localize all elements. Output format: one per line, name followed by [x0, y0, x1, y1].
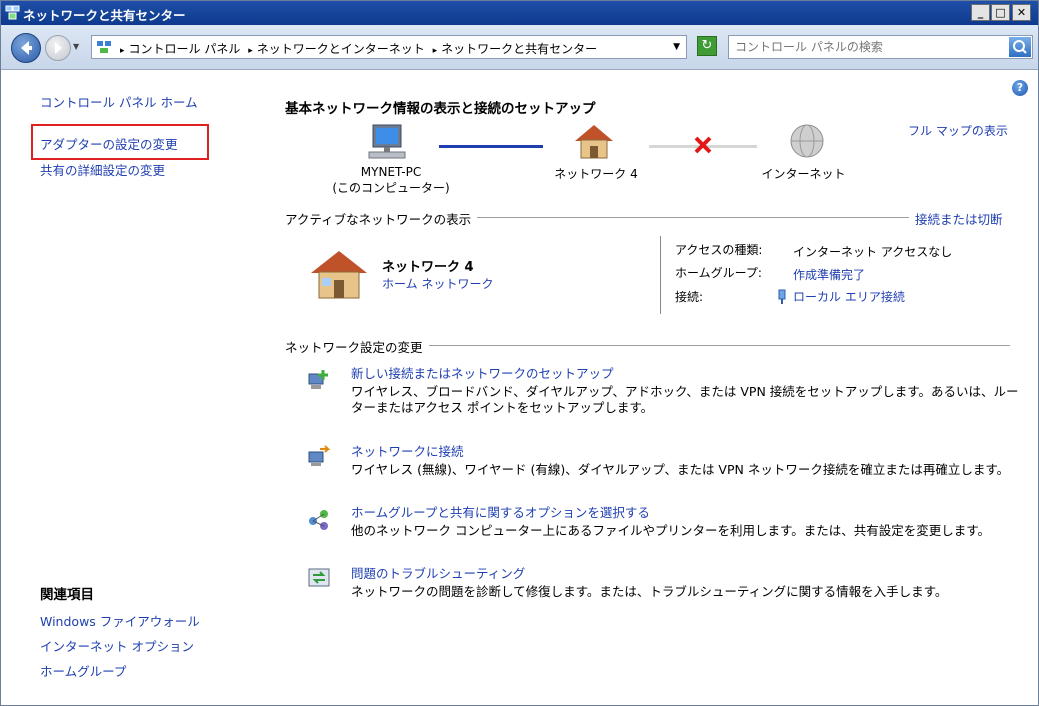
network-type-link[interactable]: ホーム ネットワーク — [382, 275, 493, 292]
no-connection-x-icon — [694, 136, 712, 154]
help-icon[interactable]: ? — [1012, 80, 1028, 96]
access-type-value: インターネット アクセスなし — [793, 245, 953, 259]
troubleshoot-icon — [308, 568, 330, 587]
active-networks-heading: アクティブなネットワークの表示 — [285, 209, 478, 228]
task-setup-connection-desc: ワイヤレス、ブロードバンド、ダイヤルアップ、アドホック、または VPN 接続をセ… — [351, 384, 1019, 415]
refresh-button[interactable]: ↻ — [697, 36, 717, 56]
window-title: ネットワークと共有センター — [23, 8, 186, 23]
computer-sub: (このコンピューター) — [332, 181, 450, 195]
related-link-firewall[interactable]: Windows ファイアウォール — [40, 611, 200, 630]
breadcrumb-network-internet[interactable]: ネットワークとインターネット — [257, 42, 425, 56]
breadcrumb-separator[interactable]: ▸ — [120, 46, 125, 56]
search-input[interactable] — [733, 39, 997, 55]
homegroup-sharing-icon — [309, 510, 328, 530]
minimize-button[interactable]: _ — [971, 4, 990, 21]
address-bar[interactable]: ▸ コントロール パネル ▸ ネットワークとインターネット ▸ ネットワークと共有セン… — [91, 35, 687, 59]
task-setup-connection-link[interactable]: 新しい接続またはネットワークのセットアップ — [351, 363, 614, 382]
maximize-button[interactable]: □ — [991, 4, 1010, 21]
homegroup-label: ホームグループ: — [675, 266, 762, 280]
breadcrumb-control-panel[interactable]: コントロール パネル — [129, 42, 241, 56]
title-bar[interactable]: ネットワークと共有センター _ □ ✕ — [1, 1, 1038, 25]
new-connection-icon — [308, 370, 328, 389]
task-connect-network-link[interactable]: ネットワークに接続 — [351, 441, 464, 460]
local-area-connection-link[interactable]: ローカル エリア接続 — [793, 288, 905, 305]
address-dropdown-icon[interactable]: ▼ — [673, 42, 680, 52]
full-map-link[interactable]: フル マップの表示 — [908, 122, 1008, 139]
search-icon — [1013, 40, 1027, 54]
task-homegroup-options-link[interactable]: ホームグループと共有に関するオプションを選択する — [351, 502, 650, 521]
page-title: 基本ネットワーク情報の表示と接続のセットアップ — [285, 101, 596, 117]
related-link-homegroup[interactable]: ホームグループ — [40, 661, 126, 680]
window: ネットワークと共有センター _ □ ✕ ▼ ▸ コントロール パネル ▸ ネットワー… — [0, 0, 1039, 706]
info-divider — [660, 236, 661, 314]
task-connect-network-desc: ワイヤレス (無線)、ワイヤード (有線)、ダイヤルアップ、または VPN ネッ… — [351, 462, 1010, 477]
control-panel-home-link[interactable]: コントロール パネル ホーム — [40, 92, 198, 111]
change-advanced-sharing-link[interactable]: 共有の詳細設定の変更 — [40, 160, 165, 179]
task-troubleshoot-link[interactable]: 問題のトラブルシューティング — [351, 563, 525, 582]
related-heading: 関連項目 — [40, 587, 94, 603]
breadcrumb-separator[interactable]: ▸ — [433, 46, 438, 56]
access-type-label: アクセスの種類: — [675, 243, 763, 257]
computer-icon — [368, 124, 406, 159]
home-network-large-icon — [311, 251, 367, 299]
task-troubleshoot-desc: ネットワークの問題を診断して修復します。または、トラブルシューティングに関する情… — [351, 584, 948, 599]
home-network-icon — [575, 125, 613, 159]
recent-pages-dropdown[interactable]: ▼ — [73, 42, 79, 51]
close-button[interactable]: ✕ — [1012, 4, 1031, 21]
homegroup-value-link[interactable]: 作成準備完了 — [793, 266, 865, 283]
back-arrow-icon — [21, 41, 32, 55]
connect-disconnect-link[interactable]: 接続または切断 — [909, 209, 1003, 228]
search-box[interactable] — [728, 35, 1033, 59]
change-adapter-settings-link[interactable]: アダプターの設定の変更 — [40, 134, 178, 153]
breadcrumb-network-sharing[interactable]: ネットワークと共有センター — [441, 42, 597, 56]
internet-globe-icon — [790, 124, 824, 158]
network-map-label: ネットワーク 4 — [554, 167, 638, 181]
connections-label: 接続: — [675, 290, 704, 304]
network-center-icon — [5, 5, 20, 20]
control-panel-icon — [97, 41, 111, 53]
lan-connection-icon — [778, 289, 786, 304]
search-button[interactable] — [1009, 37, 1031, 57]
breadcrumb-separator[interactable]: ▸ — [248, 46, 253, 56]
back-button[interactable] — [11, 33, 41, 63]
change-settings-heading: ネットワーク設定の変更 — [285, 337, 429, 356]
connect-network-icon — [308, 445, 331, 466]
forward-button[interactable] — [45, 35, 71, 61]
address-toolbar: ▼ ▸ コントロール パネル ▸ ネットワークとインターネット ▸ ネットワークと共有… — [1, 25, 1038, 70]
internet-map-label: インターネット — [761, 167, 846, 181]
forward-arrow-icon — [55, 42, 62, 54]
active-network-name: ネットワーク 4 — [382, 260, 474, 275]
related-link-internet-options[interactable]: インターネット オプション — [40, 636, 194, 655]
connection-line-pc-network — [439, 145, 543, 148]
computer-name: MYNET-PC — [360, 165, 422, 179]
task-homegroup-options-desc: 他のネットワーク コンピューター上にあるファイルやプリンターを利用します。または… — [351, 523, 990, 538]
